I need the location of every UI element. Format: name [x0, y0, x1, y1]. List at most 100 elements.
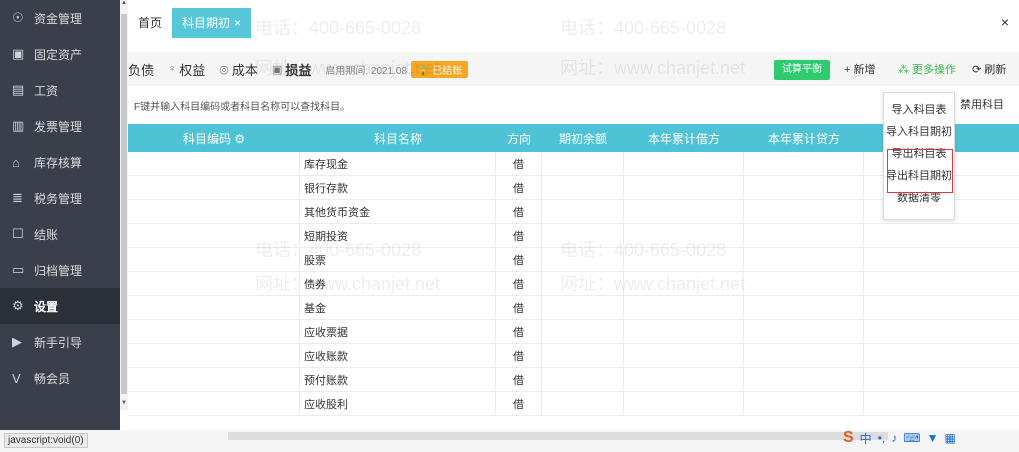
menu-import-accounts[interactable]: 导入科目表 [884, 99, 954, 121]
cell-opening-balance[interactable] [542, 320, 624, 344]
tab-close-icon[interactable]: × [234, 16, 241, 30]
sidebar-item-8[interactable]: ⚙ 设置 [0, 288, 120, 324]
cell-filler [864, 392, 1019, 416]
cell-ytd-credit[interactable] [744, 320, 864, 344]
more-actions-menu: 导入科目表 导入科目期初 导出科目表 导出科目期初 数据清零 [883, 92, 955, 220]
cell-ytd-credit[interactable] [744, 200, 864, 224]
cell-filler [864, 248, 1019, 272]
cell-opening-balance[interactable] [542, 368, 624, 392]
cell-ytd-credit[interactable] [744, 152, 864, 176]
sidebar-item-3[interactable]: ▥ 发票管理 [0, 108, 120, 144]
cell-ytd-credit[interactable] [744, 296, 864, 320]
sidebar-item-label: 工资 [34, 83, 59, 98]
cell-opening-balance[interactable] [542, 200, 624, 224]
sidebar-item-7[interactable]: ▭ 归档管理 [0, 252, 120, 288]
cell-opening-balance[interactable] [542, 344, 624, 368]
sidebar-item-6[interactable]: ☐ 结账 [0, 216, 120, 252]
cell-ytd-debit[interactable] [624, 368, 744, 392]
sidebar: ☉ 资金管理 ▣ 固定资产 ▤ 工资 ▥ 发票管理 ⌂ 库存核算 ≣ 税务管理 ☐ 结账 ▭ 归档管理 ⚙ 设置 ▶… [0, 0, 120, 430]
table-row[interactable]: 应收票据借 [128, 320, 1019, 344]
sidebar-scroll-thumb[interactable] [121, 14, 127, 394]
table-row[interactable]: 应收账款借 [128, 344, 1019, 368]
menu-import-opening[interactable]: 导入科目期初 [884, 121, 954, 143]
disabled-accounts-toggle[interactable]: 禁用科目 [960, 96, 1004, 112]
cell-ytd-debit[interactable] [624, 320, 744, 344]
more-actions-button[interactable]: ⁂ 更多操作 [898, 61, 956, 77]
sidebar-item-1[interactable]: ▣ 固定资产 [0, 36, 120, 72]
refresh-button[interactable]: ⟳ 刷新 [972, 61, 1006, 77]
sidebar-item-label: 归档管理 [34, 263, 83, 278]
sidebar-item-9[interactable]: ▶ 新手引导 [0, 324, 120, 360]
cell-code [128, 344, 300, 368]
cell-opening-balance[interactable] [542, 392, 624, 416]
cell-opening-balance[interactable] [542, 296, 624, 320]
cell-ytd-debit[interactable] [624, 224, 744, 248]
sogou-icon[interactable]: S [843, 429, 854, 447]
sidebar-item-0[interactable]: ☉ 资金管理 [0, 0, 120, 36]
cell-opening-balance[interactable] [542, 176, 624, 200]
cell-ytd-debit[interactable] [624, 272, 744, 296]
cell-ytd-credit[interactable] [744, 392, 864, 416]
cell-ytd-credit[interactable] [744, 176, 864, 200]
cell-opening-balance[interactable] [542, 224, 624, 248]
tab-home[interactable]: 首页 [128, 8, 172, 38]
tab-liability[interactable]: 负债 [128, 60, 154, 79]
cell-ytd-credit[interactable] [744, 248, 864, 272]
header-code[interactable]: 科目编码 ⚙ [128, 124, 300, 152]
closed-badge: 🔒 已结账 [411, 60, 469, 78]
closing-icon: ☐ [12, 226, 24, 241]
table-row[interactable]: 短期投资借 [128, 224, 1019, 248]
ime-chinese-icon[interactable]: 中 [860, 430, 872, 447]
horizontal-scrollbar[interactable] [228, 432, 888, 440]
cell-name: 其他货币资金 [300, 200, 496, 224]
table-row[interactable]: 股票借 [128, 248, 1019, 272]
ime-mic-icon[interactable]: ♪ [891, 431, 897, 445]
guide-icon: ▶ [12, 334, 22, 349]
cell-ytd-credit[interactable] [744, 224, 864, 248]
window-close-icon[interactable]: × [1001, 14, 1009, 30]
tab-profit-loss[interactable]: ▣ 损益 [272, 60, 311, 79]
scroll-down-arrow-icon[interactable]: ▼ [120, 400, 128, 406]
header-ytd-debit: 本年累计借方 [647, 131, 720, 146]
sidebar-scrollbar[interactable]: ▲ ▼ [120, 0, 128, 410]
cell-opening-balance[interactable] [542, 272, 624, 296]
sidebar-item-4[interactable]: ⌂ 库存核算 [0, 144, 120, 180]
cell-ytd-debit[interactable] [624, 248, 744, 272]
scroll-up-arrow-icon[interactable]: ▲ [120, 0, 128, 6]
ime-keyboard-icon[interactable]: ⌨ [903, 431, 920, 445]
ime-toolbar[interactable]: S 中 •, ♪ ⌨ ▼ ▦ [843, 428, 1013, 448]
cell-opening-balance[interactable] [542, 248, 624, 272]
table-row[interactable]: 债券借 [128, 272, 1019, 296]
add-button[interactable]: + 新增 [844, 61, 875, 77]
cell-opening-balance[interactable] [542, 152, 624, 176]
cell-ytd-credit[interactable] [744, 368, 864, 392]
table-row[interactable]: 基金借 [128, 296, 1019, 320]
cell-ytd-debit[interactable] [624, 392, 744, 416]
cell-ytd-debit[interactable] [624, 344, 744, 368]
tab-cost[interactable]: ◎ 成本 [219, 60, 258, 79]
sidebar-item-label: 发票管理 [34, 119, 83, 134]
cell-ytd-debit[interactable] [624, 152, 744, 176]
tab-equity[interactable]: ♀ 权益 [168, 60, 205, 79]
cell-code [128, 224, 300, 248]
trial-balance-button[interactable]: 试算平衡 [774, 60, 830, 80]
sidebar-item-10[interactable]: V 畅会员 [0, 360, 120, 396]
table-row[interactable]: 应收股利借 [128, 392, 1019, 416]
table-row[interactable]: 预付账款借 [128, 368, 1019, 392]
ime-menu-icon[interactable]: ▦ [944, 431, 955, 445]
cell-filler [864, 296, 1019, 320]
menu-clear-data[interactable]: 数据清零 [884, 187, 954, 209]
menu-export-accounts[interactable]: 导出科目表 [884, 143, 954, 165]
ime-punct-icon[interactable]: •, [878, 431, 886, 445]
cell-ytd-credit[interactable] [744, 272, 864, 296]
cell-ytd-debit[interactable] [624, 296, 744, 320]
cell-direction: 借 [496, 200, 542, 224]
ime-skin-icon[interactable]: ▼ [927, 431, 939, 445]
cell-ytd-debit[interactable] [624, 200, 744, 224]
menu-export-opening[interactable]: 导出科目期初 [884, 165, 954, 187]
cell-ytd-credit[interactable] [744, 344, 864, 368]
tab-account-opening[interactable]: 科目期初 × [172, 8, 252, 38]
sidebar-item-2[interactable]: ▤ 工资 [0, 72, 120, 108]
sidebar-item-5[interactable]: ≣ 税务管理 [0, 180, 120, 216]
cell-ytd-debit[interactable] [624, 176, 744, 200]
